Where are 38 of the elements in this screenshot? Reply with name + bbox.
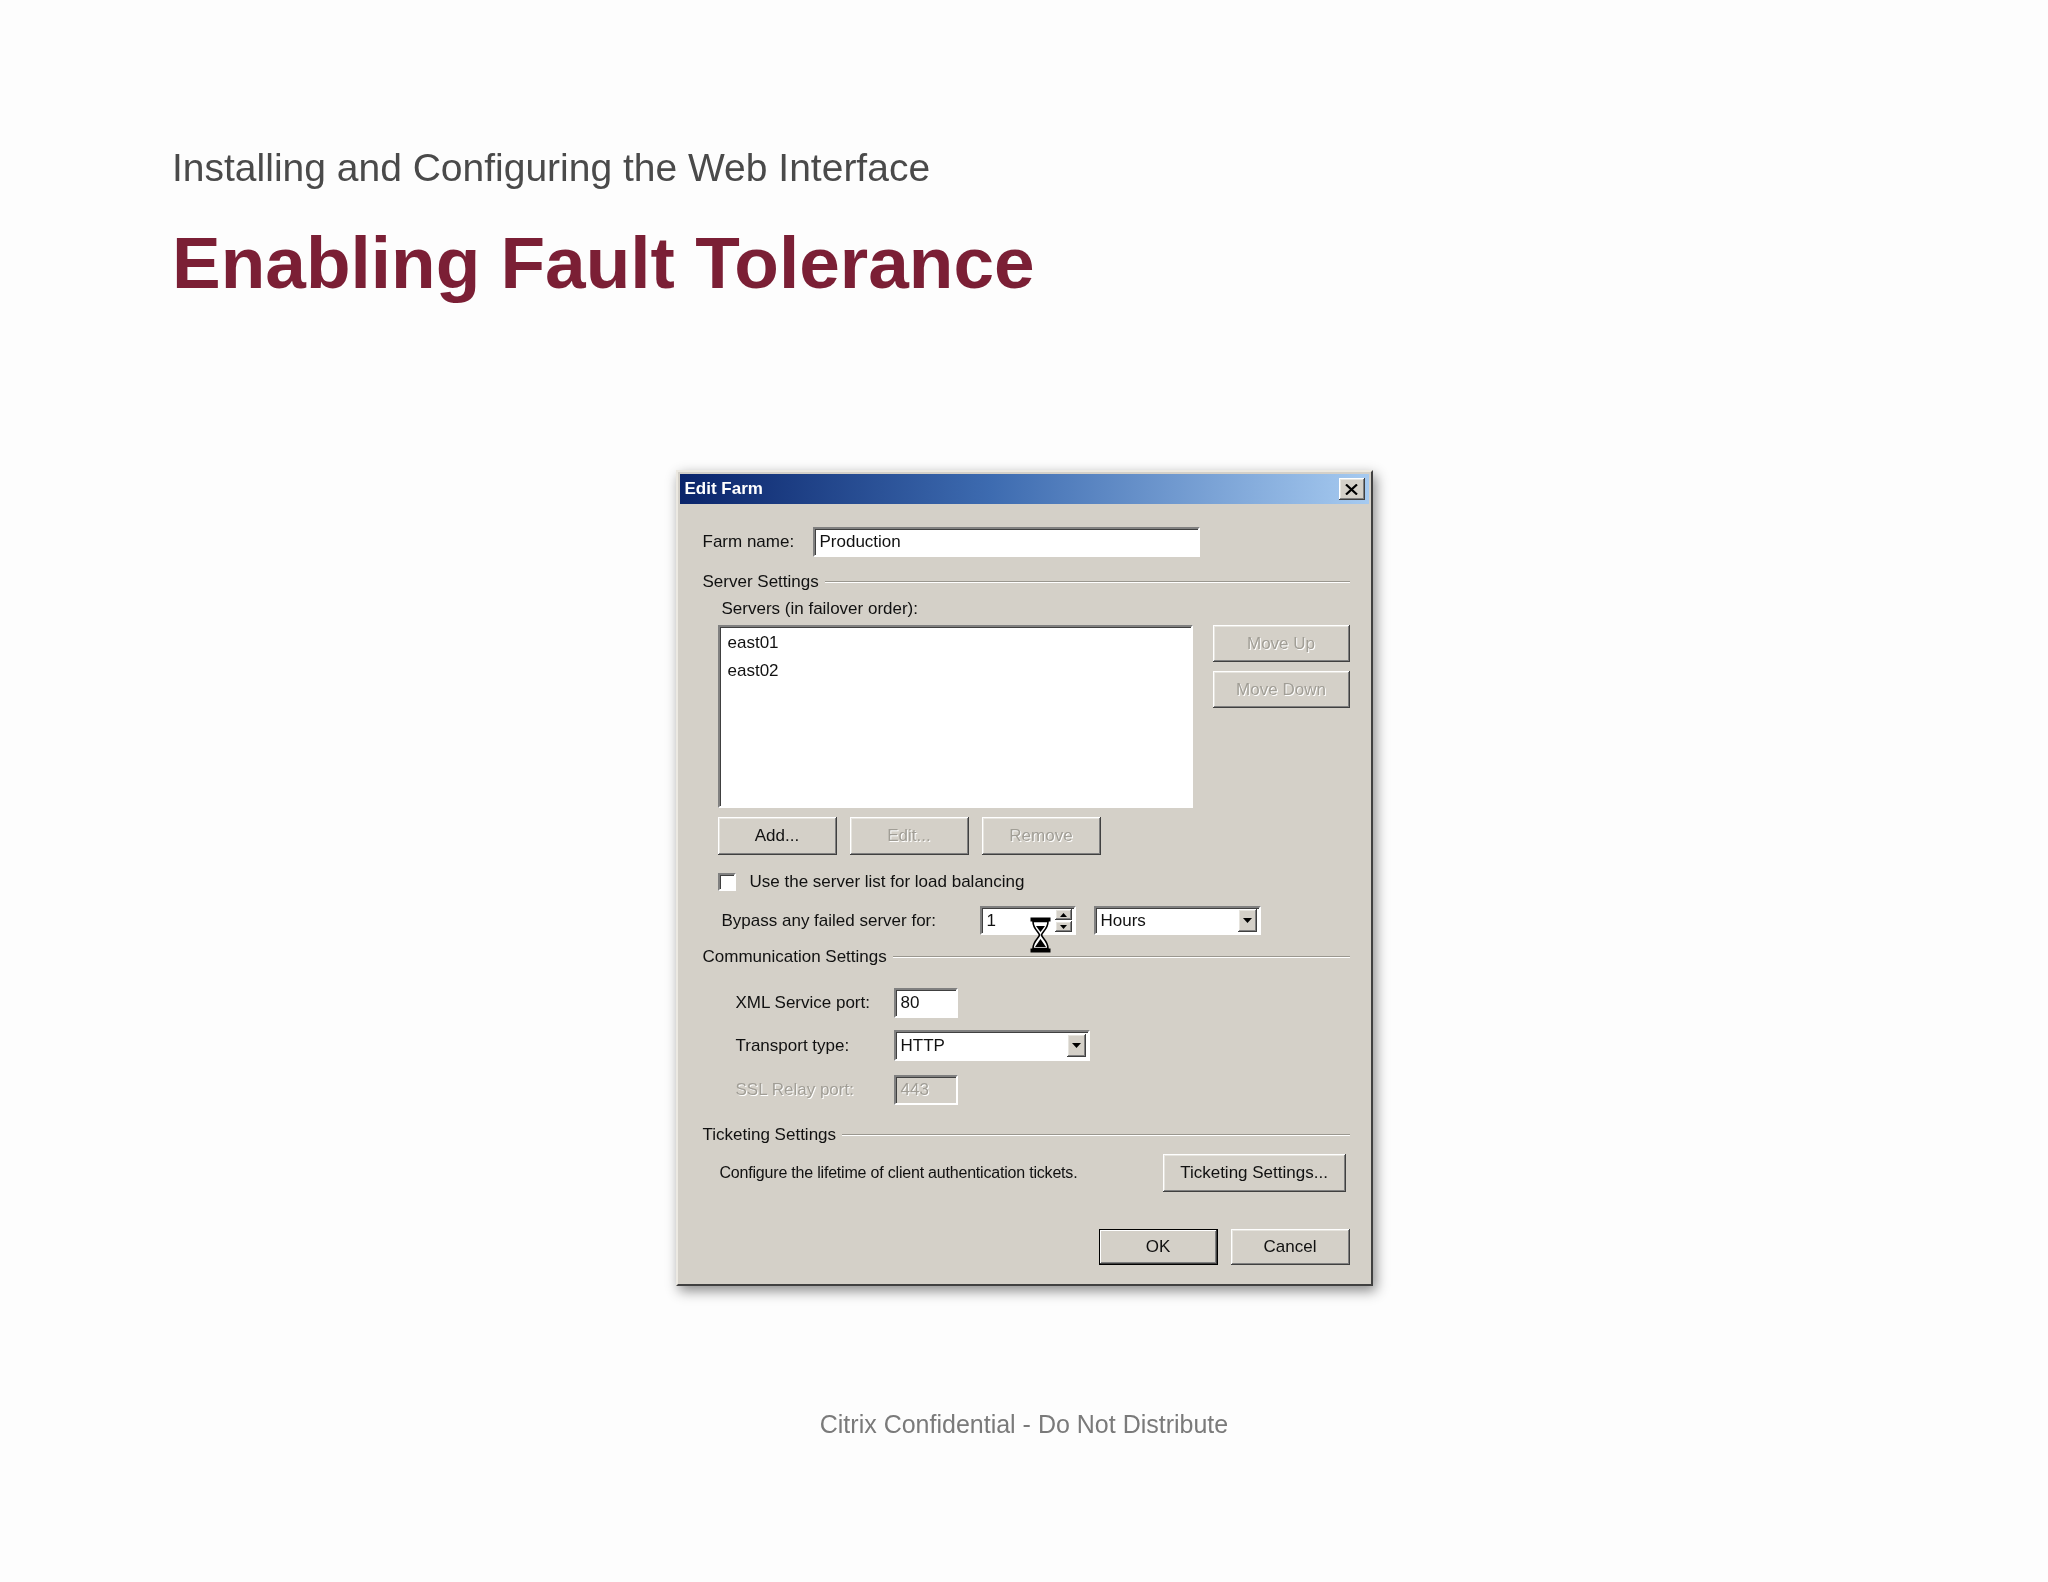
spin-down-button[interactable] bbox=[1054, 921, 1072, 932]
caret-up-icon bbox=[1059, 912, 1067, 917]
dialog-title: Edit Farm bbox=[684, 479, 763, 499]
farm-name-field[interactable]: Production bbox=[812, 527, 1200, 557]
dropdown-field[interactable]: HTTP bbox=[893, 1030, 1090, 1061]
ok-button[interactable]: OK bbox=[1098, 1229, 1218, 1265]
group-heading: Communication Settings bbox=[702, 947, 887, 967]
number-spinner-field[interactable]: 1 bbox=[979, 906, 1076, 935]
slide-subtitle: Installing and Configuring the Web Interface bbox=[172, 145, 931, 191]
cancel-button[interactable]: Cancel bbox=[1230, 1229, 1350, 1265]
unit-dropdown[interactable]: Hours bbox=[1093, 906, 1261, 935]
field-label: Transport type: bbox=[735, 1035, 851, 1056]
spin-up-button[interactable] bbox=[1054, 909, 1072, 920]
group-heading: Server Settings bbox=[702, 572, 819, 592]
footer-text: Citrix Confidential - Do Not Distribute bbox=[819, 1409, 1229, 1439]
close-button[interactable] bbox=[1338, 478, 1365, 500]
caret-down-icon bbox=[1071, 1043, 1081, 1048]
dropdown-button[interactable] bbox=[1066, 1034, 1086, 1057]
close-icon bbox=[1345, 483, 1358, 495]
server-list-item[interactable]: east02 bbox=[726, 657, 780, 685]
field-label: Bypass any failed server for: bbox=[721, 910, 937, 931]
checkbox-label: Use the server list for load balancing bbox=[749, 872, 1025, 892]
field-label: XML Service port: bbox=[735, 993, 871, 1013]
slide-title: Enabling Fault Tolerance bbox=[172, 221, 1035, 305]
group-heading: Ticketing Settings bbox=[702, 1125, 837, 1145]
caret-down-icon bbox=[1242, 918, 1252, 923]
caret-down-icon bbox=[1059, 924, 1067, 929]
field-label: Farm name: bbox=[702, 532, 796, 552]
server-list[interactable]: east01 east02 bbox=[717, 625, 1193, 808]
hourglass-cursor-icon bbox=[1029, 917, 1051, 953]
field-label: Servers (in failover order): bbox=[721, 598, 919, 620]
ticketing-settings-button[interactable]: Ticketing Settings... bbox=[1162, 1154, 1346, 1192]
text-field[interactable]: 80 bbox=[893, 988, 958, 1018]
checkbox[interactable] bbox=[717, 873, 736, 891]
dropdown-button[interactable] bbox=[1237, 909, 1257, 932]
server-list-item[interactable]: east01 bbox=[726, 629, 780, 657]
description-text: Configure the lifetime of client authentication tickets. bbox=[719, 1164, 1078, 1182]
add-button[interactable]: Add... bbox=[717, 817, 837, 855]
